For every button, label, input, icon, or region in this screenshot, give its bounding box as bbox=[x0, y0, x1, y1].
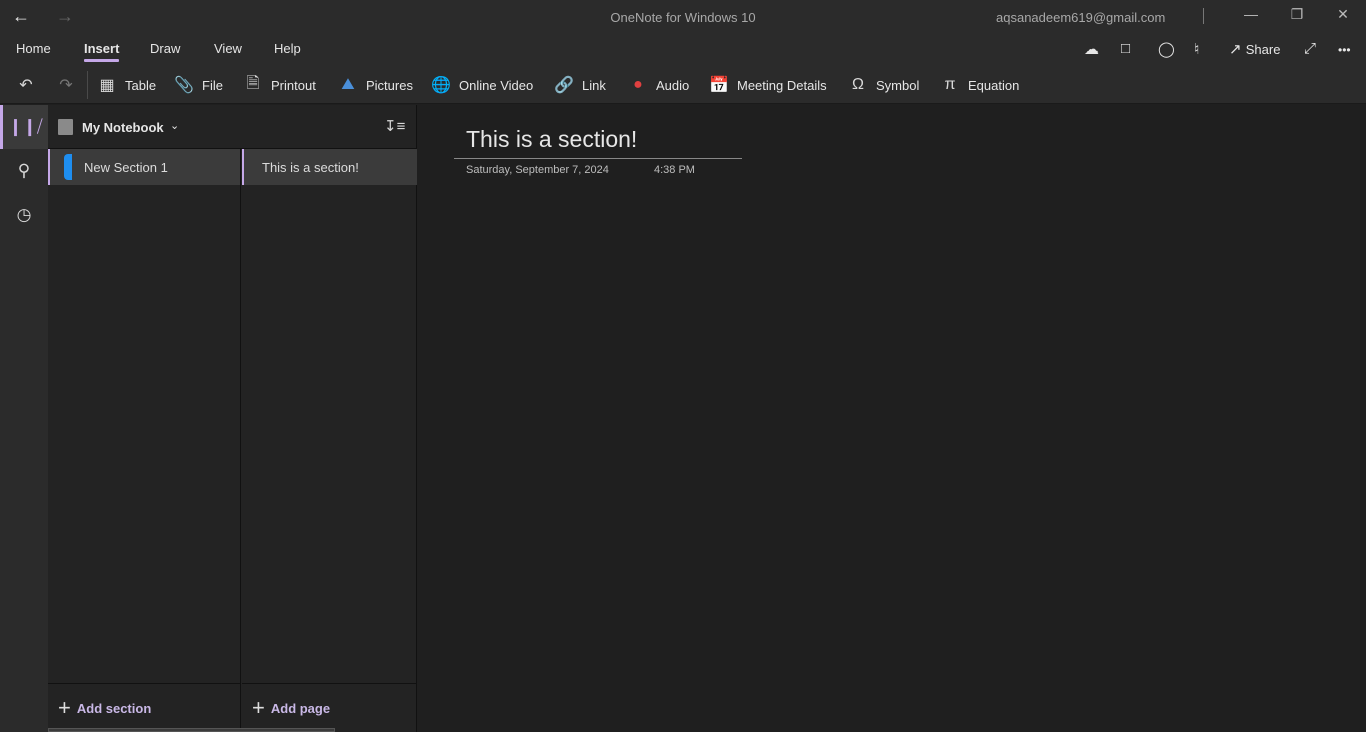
share-button[interactable]: ↗ Share bbox=[1229, 40, 1280, 58]
plus-icon: + bbox=[58, 695, 71, 720]
restore-button[interactable]: ❐ bbox=[1282, 6, 1312, 26]
page-date: Saturday, September 7, 2024 bbox=[466, 164, 609, 176]
back-arrow-icon[interactable]: ← bbox=[12, 6, 30, 27]
picture-icon: ⛰ bbox=[341, 76, 355, 93]
account-email[interactable]: aqsanadeem619@gmail.com bbox=[996, 10, 1165, 25]
link-label: Link bbox=[582, 77, 606, 93]
equation-label: Equation bbox=[968, 77, 1020, 93]
tab-help[interactable]: Help bbox=[274, 41, 301, 56]
notebook-icon bbox=[58, 119, 73, 135]
plus-icon: + bbox=[252, 695, 265, 720]
sections-list: New Section 1 bbox=[48, 149, 241, 688]
insert-link-button[interactable]: 🔗 Link bbox=[554, 74, 606, 96]
printout-label: Printout bbox=[271, 77, 316, 93]
undo-button[interactable]: ↶ bbox=[16, 74, 36, 96]
page-title[interactable]: This is a section! bbox=[466, 126, 637, 153]
add-section-label: Add section bbox=[76, 700, 152, 716]
bell-icon[interactable]: ♮ bbox=[1194, 40, 1199, 58]
rail-recent-button[interactable]: ◷ bbox=[0, 193, 48, 237]
cloud-sync-icon[interactable]: ☁ bbox=[1084, 40, 1099, 58]
audio-record-icon: ● bbox=[633, 76, 643, 93]
link-icon: 🔗 bbox=[554, 77, 574, 94]
omega-icon: Ω bbox=[852, 76, 864, 93]
document-icon: 🗎 bbox=[246, 74, 260, 92]
close-button[interactable]: ✕ bbox=[1328, 6, 1358, 26]
paperclip-icon: 📎 bbox=[174, 77, 194, 94]
share-icon: ↗ bbox=[1229, 41, 1242, 58]
section-color-tab bbox=[64, 154, 72, 180]
insert-audio-button[interactable]: ● Audio bbox=[628, 74, 689, 96]
table-icon: ▦ bbox=[99, 77, 115, 94]
redo-icon: ↷ bbox=[59, 77, 73, 94]
online-video-icon: 🌐 bbox=[431, 77, 451, 94]
sticky-notes-icon[interactable]: □ bbox=[1121, 40, 1130, 57]
pages-list: This is a section! bbox=[242, 149, 417, 688]
online-video-label: Online Video bbox=[459, 77, 534, 93]
insert-file-button[interactable]: 📎 File bbox=[174, 74, 223, 96]
insert-symbol-button[interactable]: Ω Symbol bbox=[848, 74, 919, 96]
page-canvas[interactable]: This is a section! Saturday, September 7… bbox=[418, 105, 1366, 732]
meeting-details-label: Meeting Details bbox=[737, 77, 827, 93]
horizontal-scrollbar[interactable] bbox=[48, 728, 335, 732]
page-time: 4:38 PM bbox=[654, 164, 695, 176]
left-rail: ❙❙⧸ ⚲ ◷ bbox=[0, 105, 48, 732]
insert-printout-button[interactable]: 🗎 Printout bbox=[243, 74, 316, 96]
expand-icon[interactable]: ⤢ bbox=[1304, 40, 1316, 57]
lightbulb-icon[interactable]: ◯ bbox=[1158, 40, 1175, 58]
add-page-button[interactable]: + Add page bbox=[242, 683, 417, 732]
insert-pictures-button[interactable]: ⛰ Pictures bbox=[338, 74, 413, 96]
tab-home[interactable]: Home bbox=[16, 41, 51, 56]
minimize-button[interactable]: — bbox=[1236, 6, 1266, 26]
redo-button[interactable]: ↷ bbox=[56, 74, 76, 96]
insert-toolbar: ↶ ↷ ▦ Table 📎 File 🗎 Printout ⛰ Pictures 🌐 On… bbox=[0, 66, 1366, 104]
insert-meeting-details-button[interactable]: 📅 Meeting Details bbox=[709, 74, 827, 96]
page-item[interactable]: This is a section! bbox=[242, 149, 417, 185]
pictures-label: Pictures bbox=[366, 77, 413, 93]
insert-table-button[interactable]: ▦ Table bbox=[97, 74, 156, 96]
navigation-pane: My Notebook ⌄ ↧≡ New Section 1 This is a… bbox=[48, 105, 417, 732]
symbol-label: Symbol bbox=[876, 77, 920, 93]
calendar-icon: 📅 bbox=[709, 77, 729, 94]
title-bar: ← → OneNote for Windows 10 aqsanadeem619… bbox=[0, 0, 1366, 34]
section-item[interactable]: New Section 1 bbox=[48, 149, 240, 185]
title-underline bbox=[454, 158, 742, 159]
toolbar-divider bbox=[87, 71, 88, 99]
undo-icon: ↶ bbox=[19, 77, 33, 94]
file-label: File bbox=[202, 77, 223, 93]
notebooks-icon: ❙❙⧸ bbox=[8, 117, 43, 136]
forward-arrow-icon[interactable]: → bbox=[56, 6, 74, 27]
audio-label: Audio bbox=[656, 77, 690, 93]
add-section-button[interactable]: + Add section bbox=[48, 683, 241, 732]
section-label: New Section 1 bbox=[84, 159, 168, 175]
pi-icon: π bbox=[944, 76, 956, 93]
ribbon-tabs: Home Insert Draw View Help ☁ □ ◯ ♮ ↗ Sha… bbox=[0, 34, 1366, 66]
table-label: Table bbox=[125, 77, 157, 93]
insert-equation-button[interactable]: π Equation bbox=[940, 74, 1019, 96]
notebook-header[interactable]: My Notebook ⌄ ↧≡ bbox=[48, 105, 417, 149]
share-label: Share bbox=[1245, 42, 1281, 57]
clock-icon: ◷ bbox=[16, 205, 32, 224]
page-label: This is a section! bbox=[262, 159, 359, 175]
chevron-down-icon[interactable]: ⌄ bbox=[170, 119, 179, 132]
tab-insert[interactable]: Insert bbox=[84, 41, 120, 62]
notebook-name[interactable]: My Notebook bbox=[82, 120, 164, 135]
search-icon: ⚲ bbox=[17, 161, 31, 180]
titlebar-divider bbox=[1203, 8, 1204, 24]
sort-icon[interactable]: ↧≡ bbox=[384, 117, 405, 135]
insert-online-video-button[interactable]: 🌐 Online Video bbox=[431, 74, 533, 96]
tab-view[interactable]: View bbox=[214, 41, 242, 56]
rail-notebooks-button[interactable]: ❙❙⧸ bbox=[0, 105, 48, 149]
rail-search-button[interactable]: ⚲ bbox=[0, 149, 48, 193]
add-page-label: Add page bbox=[270, 700, 331, 716]
tab-draw[interactable]: Draw bbox=[150, 41, 180, 56]
more-options-button[interactable]: ••• bbox=[1338, 43, 1351, 57]
